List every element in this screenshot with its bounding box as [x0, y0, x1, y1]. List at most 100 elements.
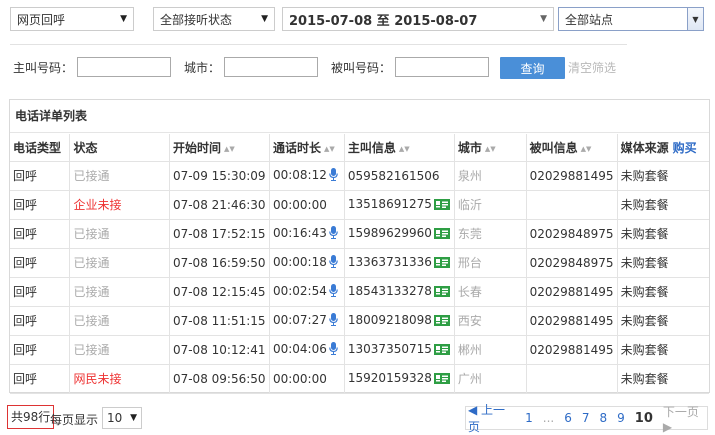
header-city[interactable]: 城市 ▲▼ [454, 134, 527, 162]
cell-caller: 18009218098 [344, 306, 455, 336]
sort-icon[interactable]: ▲▼ [324, 145, 335, 153]
cell-status: 已接通 [69, 306, 170, 336]
cell-duration: 00:16:43 [269, 219, 345, 249]
cell-city: 临沂 [454, 190, 527, 220]
cell-callee: 02029881495 [526, 335, 618, 365]
cell-callee: 02029881495 [526, 306, 618, 336]
call-detail-panel: 电话详单列表 电话类型 状态 开始时间 ▲▼ 通话时长 ▲▼ 主叫信息 ▲▼ 城市 ▲▼… [9, 99, 710, 394]
sort-icon[interactable]: ▲▼ [224, 145, 235, 153]
cell-status: 企业未接 [69, 190, 170, 220]
sort-icon[interactable]: ▲▼ [581, 145, 592, 153]
contact-card-icon[interactable] [433, 343, 450, 358]
microphone-icon[interactable] [329, 225, 338, 242]
cell-duration: 00:00:00 [269, 190, 345, 220]
microphone-icon[interactable] [329, 254, 338, 271]
city-input[interactable] [224, 57, 318, 77]
total-count-text: 共98行 [11, 410, 51, 424]
prev-page-link[interactable]: ◀ 上一页 [468, 401, 515, 435]
page-link-9[interactable]: 9 [617, 411, 625, 425]
header-caller[interactable]: 主叫信息 ▲▼ [344, 134, 455, 162]
table-row: 回呼 网民未接 07-08 09:56:50 00:00:00 15920159328 广… [10, 364, 709, 394]
table-row: 回呼 已接通 07-08 12:15:45 00:02:54 18543133278 长春… [10, 277, 709, 307]
table-row: 回呼 已接通 07-08 10:12:41 00:04:06 13037350715 郴州… [10, 335, 709, 365]
duration-text: 00:04:06 [272, 341, 327, 356]
dropdown-button-icon[interactable]: ▼ [687, 8, 703, 30]
microphone-icon[interactable] [329, 283, 338, 300]
date-range-picker[interactable]: 2015-07-08 至 2015-08-07 ▼ [282, 7, 554, 31]
cell-duration: 00:07:27 [269, 306, 345, 336]
contact-card-icon[interactable] [433, 372, 450, 387]
header-callee[interactable]: 被叫信息 ▲▼ [526, 134, 618, 162]
duration-text: 00:16:43 [272, 225, 327, 240]
cell-media-source: 未购套餐 [617, 161, 709, 191]
per-page-select[interactable]: 10 ▼ [102, 407, 142, 429]
table-row: 回呼 已接通 07-08 11:51:15 00:07:27 18009218098 西安… [10, 306, 709, 336]
cell-start-time: 07-08 11:51:15 [169, 306, 270, 336]
cell-caller: 059582161506 [344, 161, 455, 191]
city-label: 城市： [184, 61, 221, 75]
microphone-icon[interactable] [329, 312, 338, 329]
cell-call-type: 回呼 [10, 335, 71, 365]
cell-call-type: 回呼 [10, 190, 71, 220]
caller-number: 13518691275 [347, 196, 432, 211]
cell-city: 长春 [454, 277, 527, 307]
caller-number-input[interactable] [77, 57, 171, 77]
microphone-icon[interactable] [329, 167, 338, 184]
buy-link[interactable]: 购买 [673, 141, 697, 155]
cell-city: 东莞 [454, 219, 527, 249]
cell-call-type: 回呼 [10, 306, 71, 336]
callee-label: 被叫号码： [331, 61, 392, 75]
sort-icon[interactable]: ▲▼ [399, 145, 410, 153]
cell-callee: 02029848975 [526, 219, 618, 249]
next-page-link[interactable]: 下一页 ▶ [663, 403, 710, 434]
contact-card-icon[interactable] [433, 227, 450, 242]
contact-card-icon[interactable] [433, 198, 450, 213]
total-count: 共98行 [7, 405, 55, 429]
page-link-1[interactable]: 1 [525, 411, 533, 425]
per-page-value: 10 [107, 411, 123, 425]
call-type-value: 网页回呼 [17, 12, 66, 27]
duration-text: 00:07:27 [272, 312, 327, 327]
call-type-select[interactable]: 网页回呼 ▼ [10, 7, 134, 31]
cell-city: 泉州 [454, 161, 527, 191]
sort-icon[interactable]: ▲▼ [485, 145, 496, 153]
cell-caller: 15920159328 [344, 364, 455, 394]
page-link-6[interactable]: 6 [564, 411, 572, 425]
cell-callee: 02029881495 [526, 277, 618, 307]
header-duration[interactable]: 通话时长 ▲▼ [269, 134, 345, 162]
table-row: 回呼 已接通 07-09 15:30:09 00:08:12 059582161506 泉… [10, 161, 709, 191]
cell-caller: 13363731336 [344, 248, 455, 278]
contact-card-icon[interactable] [433, 256, 450, 271]
cell-media-source: 未购套餐 [617, 364, 709, 394]
page-link-8[interactable]: 8 [600, 411, 608, 425]
cell-status: 已接通 [69, 161, 170, 191]
caller-label: 主叫号码： [13, 61, 74, 75]
listen-status-select[interactable]: 全部接听状态 ▼ [153, 7, 275, 31]
caller-number: 059582161506 [347, 168, 440, 183]
cell-duration: 00:08:12 [269, 161, 345, 191]
query-button[interactable]: 查询 [500, 57, 565, 79]
cell-media-source: 未购套餐 [617, 277, 709, 307]
table-header-row: 电话类型 状态 开始时间 ▲▼ 通话时长 ▲▼ 主叫信息 ▲▼ 城市 ▲▼ 被叫信息 ▲▼… [10, 134, 709, 162]
filter-divider [10, 44, 627, 45]
per-page-label: 每页显示 [50, 413, 99, 427]
site-select[interactable]: 全部站点 ▼ [558, 7, 704, 31]
caret-down-icon: ▼ [261, 14, 268, 24]
cell-duration: 00:00:18 [269, 248, 345, 278]
cell-callee [526, 190, 618, 220]
caret-down-icon: ▼ [130, 413, 137, 423]
cell-city: 西安 [454, 306, 527, 336]
page-link-7[interactable]: 7 [582, 411, 590, 425]
header-media-source: 媒体来源 购买 [617, 134, 709, 162]
cell-call-type: 回呼 [10, 161, 71, 191]
microphone-icon[interactable] [329, 341, 338, 358]
contact-card-icon[interactable] [433, 314, 450, 329]
callee-number-input[interactable] [395, 57, 489, 77]
contact-card-icon[interactable] [433, 285, 450, 300]
panel-title: 电话详单列表 [10, 100, 709, 133]
clear-filters-link[interactable]: 清空筛选 [568, 58, 616, 78]
cell-status: 已接通 [69, 277, 170, 307]
header-status: 状态 [69, 134, 170, 162]
call-detail-table: 电话类型 状态 开始时间 ▲▼ 通话时长 ▲▼ 主叫信息 ▲▼ 城市 ▲▼ 被叫信息 ▲▼… [10, 134, 709, 394]
header-start-time[interactable]: 开始时间 ▲▼ [169, 134, 270, 162]
